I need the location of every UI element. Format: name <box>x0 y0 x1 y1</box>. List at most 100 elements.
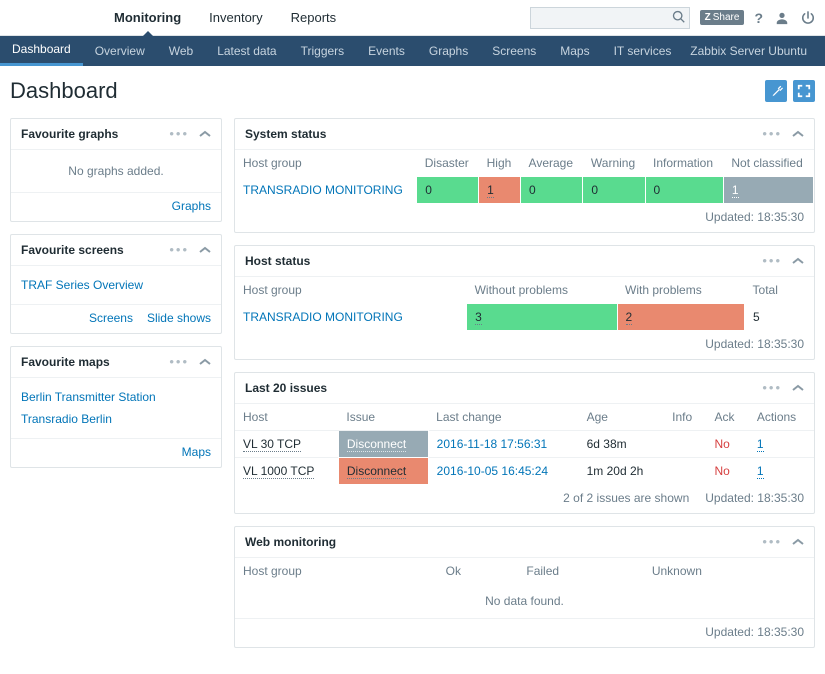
hostgroup-link[interactable]: TRANSRADIO MONITORING <box>243 183 403 197</box>
sub-it-services[interactable]: IT services <box>602 36 684 66</box>
col-information: Information <box>645 150 723 177</box>
sev-information[interactable]: 0 <box>645 177 723 204</box>
lastchange-link[interactable]: 2016-10-05 16:45:24 <box>437 464 548 478</box>
sub-screens[interactable]: Screens <box>480 36 548 66</box>
col-high: High <box>479 150 521 177</box>
table-header-row: Host group Ok Failed Unknown <box>235 558 814 584</box>
col-warning: Warning <box>583 150 645 177</box>
menu-icon[interactable]: ••• <box>762 257 782 265</box>
sev-average[interactable]: 0 <box>521 177 583 204</box>
chevron-up-icon[interactable] <box>199 355 211 369</box>
share-button[interactable]: ZShare <box>700 10 745 25</box>
widget-system-status: System status ••• Host group Disaster Hi… <box>234 118 815 233</box>
actions-link[interactable]: 1 <box>757 464 764 479</box>
table-row: VL 1000 TCP Disconnect 2016-10-05 16:45:… <box>235 458 814 485</box>
col-age: Age <box>579 404 665 431</box>
sub-overview[interactable]: Overview <box>83 36 157 66</box>
hostgroup-link[interactable]: TRANSRADIO MONITORING <box>243 310 403 324</box>
sub-graphs[interactable]: Graphs <box>417 36 480 66</box>
chevron-up-icon[interactable] <box>792 254 804 268</box>
updated-time: Updated: 18:35:30 <box>235 204 814 232</box>
col-average: Average <box>521 150 583 177</box>
col-ack: Ack <box>706 404 748 431</box>
power-icon[interactable] <box>801 11 815 25</box>
col-without: Without problems <box>467 277 617 304</box>
chevron-up-icon[interactable] <box>792 535 804 549</box>
config-button[interactable] <box>765 80 787 102</box>
sub-triggers[interactable]: Triggers <box>289 36 357 66</box>
link-graphs[interactable]: Graphs <box>172 199 211 213</box>
issue-cell[interactable]: Disconnect <box>338 431 428 458</box>
col-hostgroup: Host group <box>235 277 467 304</box>
lastchange-link[interactable]: 2016-11-18 17:56:31 <box>437 437 548 451</box>
col-hostgroup: Host group <box>235 558 438 584</box>
info <box>664 458 706 485</box>
widget-fav-maps: Favourite maps ••• Berlin Transmitter St… <box>10 346 222 468</box>
col-lastchange: Last change <box>428 404 578 431</box>
sub-maps[interactable]: Maps <box>548 36 601 66</box>
widget-last-issues: Last 20 issues ••• Host Issue Last chang… <box>234 372 815 514</box>
system-status-title: System status <box>245 127 326 141</box>
col-unknown: Unknown <box>644 558 814 584</box>
fav-maps-title: Favourite maps <box>21 355 110 369</box>
top-menu-reports[interactable]: Reports <box>277 0 351 36</box>
last-issues-title: Last 20 issues <box>245 381 327 395</box>
chevron-up-icon[interactable] <box>199 243 211 257</box>
sev-notclassified[interactable]: 1 <box>723 177 813 204</box>
widget-fav-screens: Favourite screens ••• TRAF Series Overvi… <box>10 234 222 334</box>
sub-events[interactable]: Events <box>356 36 417 66</box>
menu-icon[interactable]: ••• <box>169 358 189 366</box>
without-problems[interactable]: 3 <box>467 304 617 331</box>
issue-cell[interactable]: Disconnect <box>338 458 428 485</box>
ack-link[interactable]: No <box>714 464 729 478</box>
link-slideshows[interactable]: Slide shows <box>147 311 211 325</box>
top-menu-monitoring[interactable]: Monitoring <box>100 0 195 36</box>
host-link[interactable]: VL 30 TCP <box>243 437 301 452</box>
user-icon[interactable] <box>775 11 789 25</box>
sub-latest-data[interactable]: Latest data <box>205 36 288 66</box>
age: 1m 20d 2h <box>579 458 665 485</box>
sev-disaster[interactable]: 0 <box>417 177 479 204</box>
ack-link[interactable]: No <box>714 437 729 451</box>
col-hostgroup: Host group <box>235 150 417 177</box>
menu-icon[interactable]: ••• <box>762 130 782 138</box>
menu-icon[interactable]: ••• <box>169 130 189 138</box>
col-with: With problems <box>617 277 745 304</box>
table-row: TRANSRADIO MONITORING 0 1 0 0 0 1 <box>235 177 814 204</box>
chevron-up-icon[interactable] <box>199 127 211 141</box>
table-header-row: Host Issue Last change Age Info Ack Acti… <box>235 404 814 431</box>
link-screens[interactable]: Screens <box>89 311 133 325</box>
col-notclassified: Not classified <box>723 150 813 177</box>
search-icon[interactable] <box>672 10 686 24</box>
host-link[interactable]: VL 1000 TCP <box>243 464 314 479</box>
fav-screen-item[interactable]: TRAF Series Overview <box>21 274 211 296</box>
fav-map-item[interactable]: Transradio Berlin <box>21 408 211 430</box>
sev-warning[interactable]: 0 <box>583 177 645 204</box>
sev-high[interactable]: 1 <box>479 177 521 204</box>
help-icon[interactable]: ? <box>754 10 763 26</box>
col-ok: Ok <box>438 558 519 584</box>
chevron-up-icon[interactable] <box>792 127 804 141</box>
menu-icon[interactable]: ••• <box>169 246 189 254</box>
search-input[interactable] <box>530 7 690 29</box>
menu-icon[interactable]: ••• <box>762 384 782 392</box>
with-problems[interactable]: 2 <box>617 304 745 331</box>
table-row: TRANSRADIO MONITORING 3 2 5 <box>235 304 814 331</box>
menu-icon[interactable]: ••• <box>762 538 782 546</box>
table-header-row: Host group Disaster High Average Warning… <box>235 150 814 177</box>
no-data: No data found. <box>235 584 814 618</box>
sub-dashboard[interactable]: Dashboard <box>0 36 83 66</box>
updated-time: Updated: 18:35:30 <box>235 618 814 647</box>
chevron-up-icon[interactable] <box>792 381 804 395</box>
fullscreen-button[interactable] <box>793 80 815 102</box>
col-host: Host <box>235 404 338 431</box>
actions-link[interactable]: 1 <box>757 437 764 452</box>
widget-fav-graphs: Favourite graphs ••• No graphs added. Gr… <box>10 118 222 222</box>
top-menu-inventory[interactable]: Inventory <box>195 0 276 36</box>
fav-map-item[interactable]: Berlin Transmitter Station <box>21 386 211 408</box>
sub-web[interactable]: Web <box>157 36 205 66</box>
fav-screens-title: Favourite screens <box>21 243 124 257</box>
col-total: Total <box>745 277 814 304</box>
link-maps[interactable]: Maps <box>182 445 211 459</box>
total: 5 <box>745 304 814 331</box>
